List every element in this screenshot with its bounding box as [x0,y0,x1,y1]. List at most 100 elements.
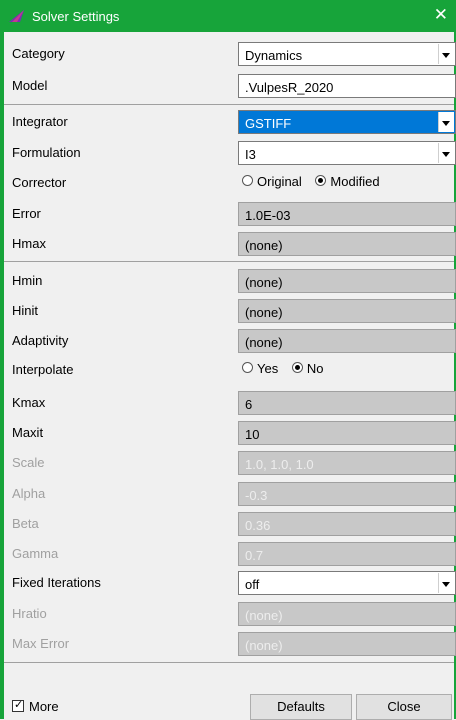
row-integrator: Integrator GSTIFF [4,107,456,137]
separator [4,261,454,262]
adaptivity-value: (none) [245,335,283,350]
row-error: Error 1.0E-03 [4,199,456,229]
radio-button[interactable] [315,175,327,186]
error-field[interactable]: 1.0E-03 [238,202,456,226]
fixed-iterations-value: off [245,577,260,592]
row-maxit: Maxit 10 [4,418,456,448]
model-label: Model [12,78,48,93]
hmax-value: (none) [245,238,283,253]
row-max-error: Max Error (none) [4,629,456,659]
row-hmax: Hmax (none) [4,229,456,259]
model-field[interactable]: .VulpesR_2020 [238,74,456,98]
adaptivity-field[interactable]: (none) [238,329,456,353]
row-hmin: Hmin (none) [4,266,456,296]
interpolate-radio-group: Yes No [242,361,333,376]
more-checkbox[interactable]: ✓ More [12,699,59,714]
hinit-value: (none) [245,305,283,320]
radio-button[interactable] [242,362,253,373]
row-model: Model .VulpesR_2020 [4,71,456,101]
integrator-value: GSTIFF [245,116,292,131]
corrector-label: Corrector [12,175,67,190]
error-label: Error [12,206,41,221]
chevron-down-icon[interactable] [438,573,454,593]
check-icon: ✓ [14,699,24,711]
maxit-field[interactable]: 10 [238,421,456,445]
hinit-field[interactable]: (none) [238,299,456,323]
row-gamma: Gamma 0.7 [4,539,456,569]
fixed-iterations-dropdown[interactable]: off [238,571,456,595]
interpolate-option-no[interactable]: No [291,361,324,376]
hmax-field[interactable]: (none) [238,232,456,256]
radio-button[interactable] [291,362,303,373]
separator [4,662,454,663]
gamma-field: 0.7 [238,542,456,566]
hmin-field[interactable]: (none) [238,269,456,293]
row-scale: Scale 1.0, 1.0, 1.0 [4,448,456,478]
integrator-dropdown[interactable]: GSTIFF [238,110,456,134]
row-adaptivity: Adaptivity (none) [4,326,456,356]
category-label: Category [12,46,65,61]
interpolate-option-yes[interactable]: Yes [242,361,278,376]
hmin-value: (none) [245,275,283,290]
solver-settings-window: Solver Settings ✕ Category Dynamics Mode… [0,0,456,720]
window-title: Solver Settings [32,9,120,24]
scale-label: Scale [12,455,45,470]
kmax-label: Kmax [12,395,46,410]
radio-label: Modified [330,174,380,189]
radio-button[interactable] [242,175,253,186]
chevron-down-icon[interactable] [438,44,454,64]
fixed-iterations-label: Fixed Iterations [12,575,101,590]
footer-bar: ✓ More Defaults Close [4,690,454,720]
maxit-value: 10 [245,427,260,442]
chevron-down-icon[interactable] [438,143,454,163]
row-formulation: Formulation I3 [4,138,456,168]
defaults-button[interactable]: Defaults [250,694,352,720]
row-corrector: Corrector Original Modified [4,168,454,198]
row-fixed-iterations: Fixed Iterations off [4,568,456,598]
hinit-label: Hinit [12,303,39,318]
separator [4,104,454,105]
alpha-label: Alpha [12,486,46,501]
formulation-dropdown[interactable]: I3 [238,141,456,165]
row-hinit: Hinit (none) [4,296,456,326]
corrector-radio-group: Original Modified [242,174,390,189]
scale-field: 1.0, 1.0, 1.0 [238,451,456,475]
integrator-label: Integrator [12,114,68,129]
hratio-value: (none) [245,608,283,623]
category-dropdown[interactable]: Dynamics [238,42,456,66]
gamma-label: Gamma [12,546,59,561]
chevron-down-icon[interactable] [438,112,454,132]
hratio-label: Hratio [12,606,47,621]
app-logo-icon [9,10,24,22]
row-category: Category Dynamics [4,39,456,69]
beta-value: 0.36 [245,518,271,533]
max-error-value: (none) [245,638,283,653]
corrector-option-modified[interactable]: Modified [315,174,380,189]
radio-label: Yes [257,361,279,376]
alpha-field: -0.3 [238,482,456,506]
max-error-field: (none) [238,632,456,656]
formulation-label: Formulation [12,145,81,160]
error-value: 1.0E-03 [245,208,291,223]
radio-label: No [306,361,324,376]
title-bar: Solver Settings ✕ [0,0,456,32]
alpha-value: -0.3 [245,488,268,503]
more-label: More [29,699,59,714]
radio-label: Original [257,174,302,189]
beta-field: 0.36 [238,512,456,536]
close-button[interactable]: Close [356,694,452,720]
beta-label: Beta [12,516,39,531]
kmax-field[interactable]: 6 [238,391,456,415]
corrector-option-original[interactable]: Original [242,174,302,189]
close-icon[interactable]: ✕ [434,6,448,24]
max-error-label: Max Error [12,636,70,651]
checkbox-icon[interactable]: ✓ [12,699,24,712]
row-hratio: Hratio (none) [4,599,456,629]
row-kmax: Kmax 6 [4,388,456,418]
gamma-value: 0.7 [245,548,264,563]
interpolate-label: Interpolate [12,362,74,377]
model-value: .VulpesR_2020 [245,80,334,95]
hmin-label: Hmin [12,273,43,288]
category-value: Dynamics [245,48,303,63]
row-beta: Beta 0.36 [4,509,456,539]
